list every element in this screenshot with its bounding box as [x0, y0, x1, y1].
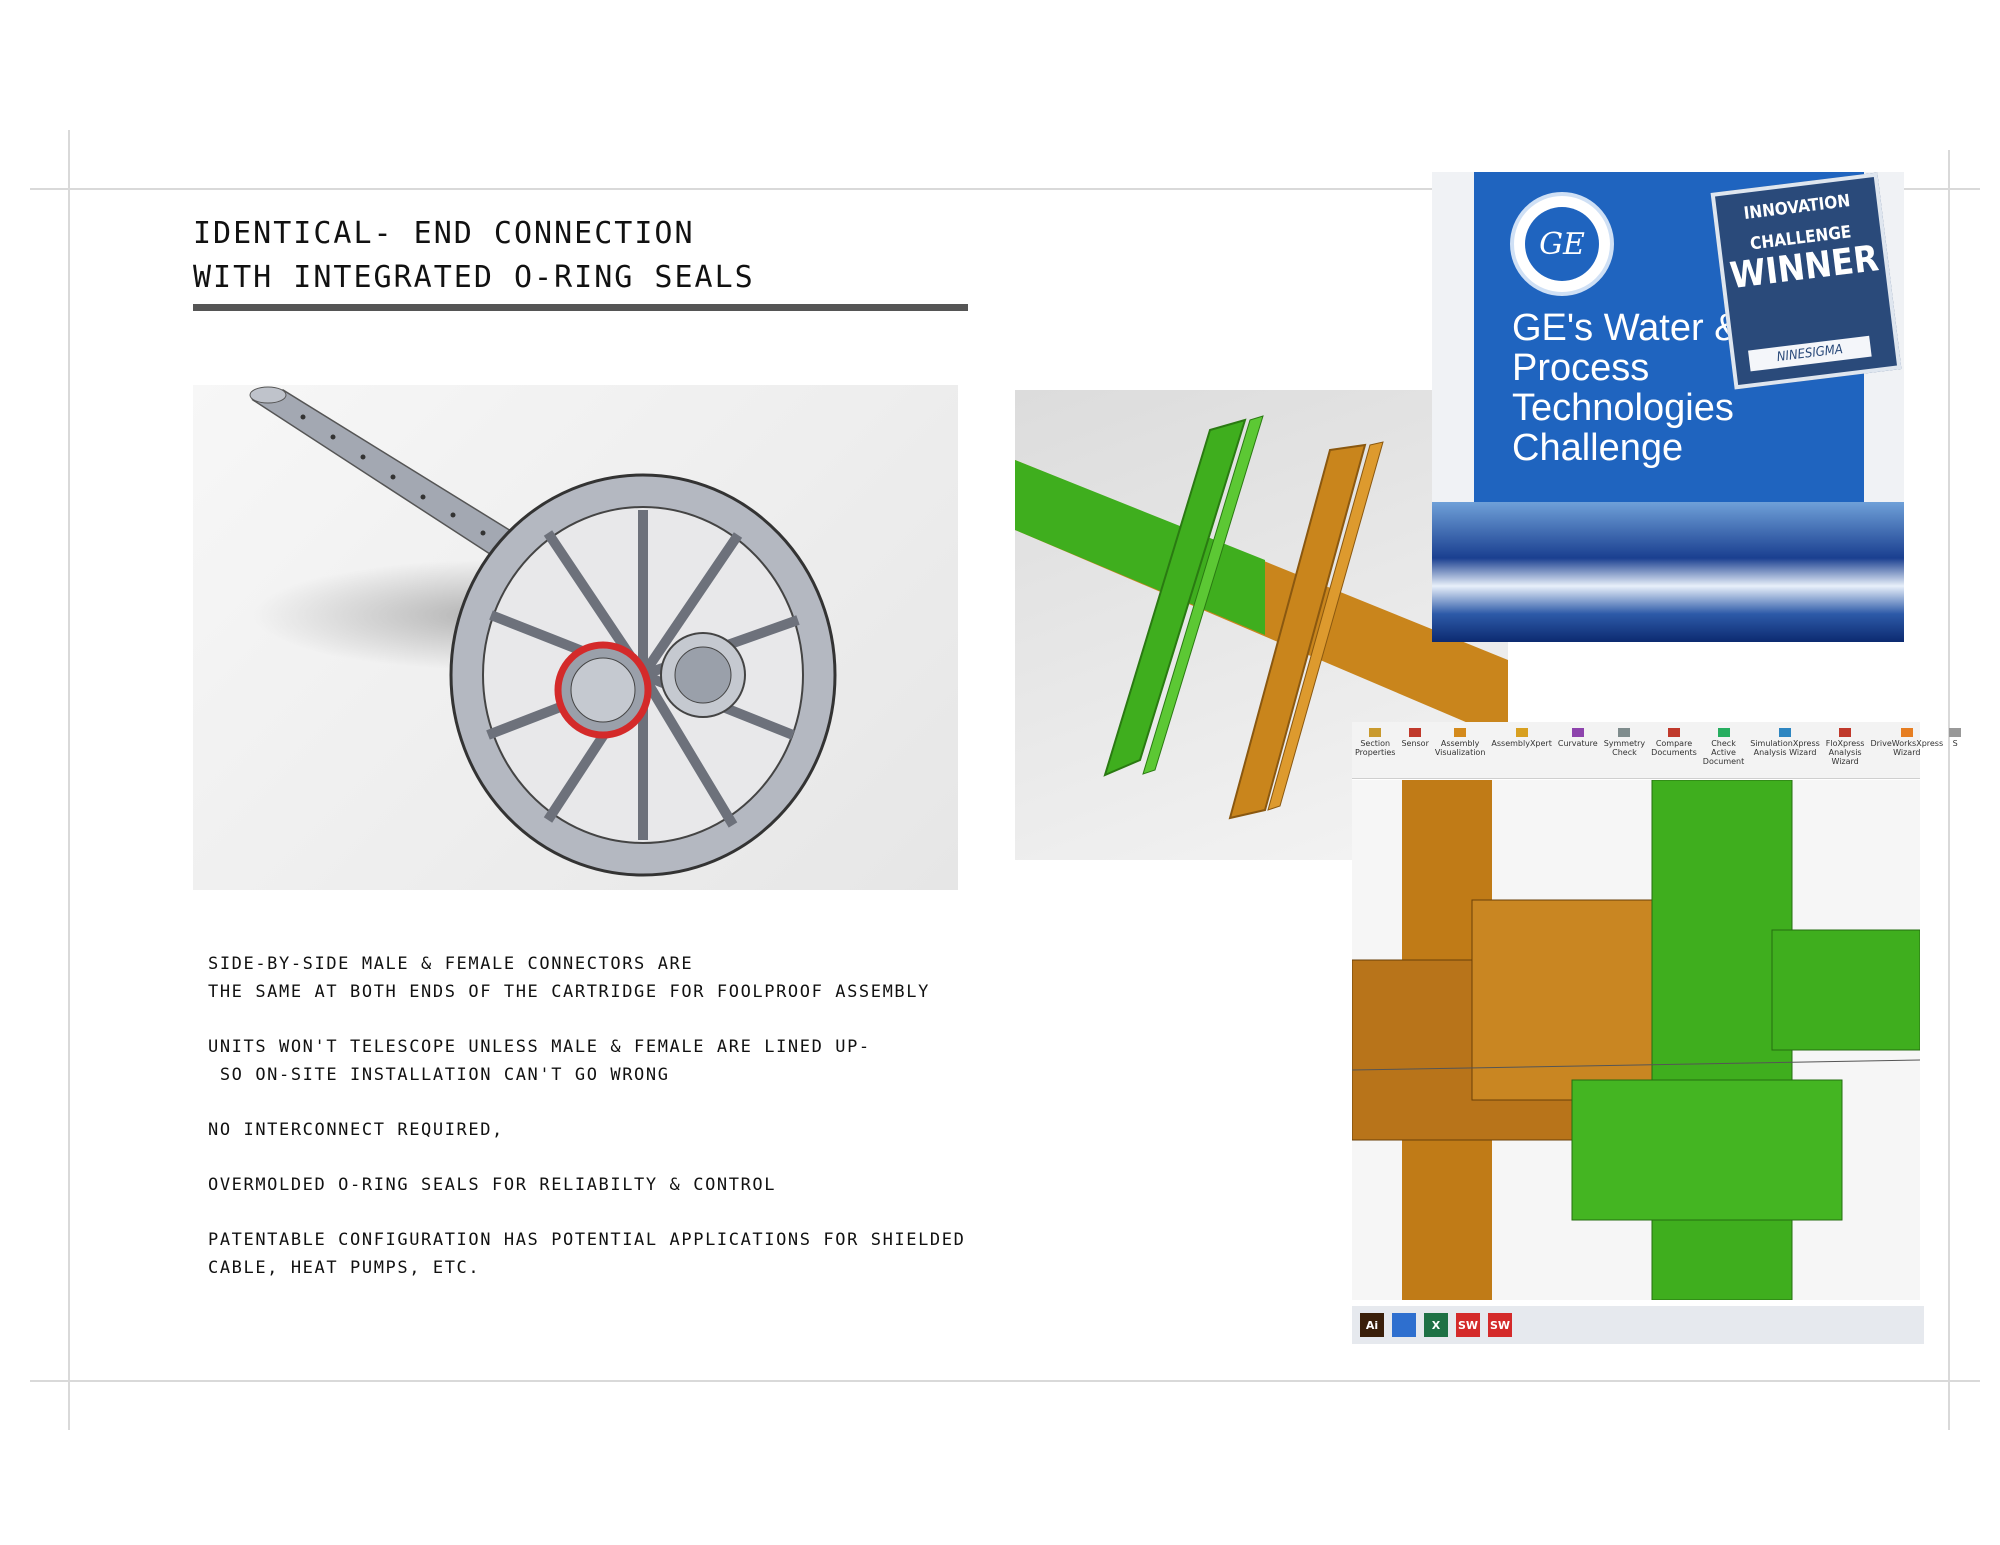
- badge-sponsor: NINESIGMA: [1748, 335, 1872, 372]
- frame-right-line: [1948, 150, 1950, 1430]
- description-paragraph: PATENTABLE CONFIGURATION HAS POTENTIAL A…: [208, 1226, 1088, 1282]
- solidworks-screenshot: Section Properties Sensor Assembly Visuali…: [1352, 722, 1962, 1347]
- title-underline: [193, 304, 968, 311]
- ge-text-line-2: Process: [1512, 347, 1650, 389]
- solidworks-icon[interactable]: SW: [1456, 1313, 1480, 1337]
- toolbar-button-label: FloXpress Analysis Wizard: [1825, 739, 1865, 766]
- toolbar-button-simulationxpress[interactable]: SimulationXpress Analysis Wizard: [1747, 722, 1823, 778]
- taskbar: Ai X SW SW: [1352, 1306, 1924, 1344]
- description-line: PATENTABLE CONFIGURATION HAS POTENTIAL A…: [208, 1230, 966, 1250]
- assembly-visualization-icon: [1454, 728, 1467, 737]
- excel-icon[interactable]: X: [1424, 1313, 1448, 1337]
- toolbar-button-label: S: [1952, 739, 1958, 748]
- curvature-icon: [1571, 728, 1584, 737]
- description-line: OVERMOLDED O-RING SEALS FOR RELIABILTY &…: [208, 1175, 777, 1195]
- description-line: THE SAME AT BOTH ENDS OF THE CARTRIDGE F…: [208, 982, 930, 1002]
- toolbar-button-label: Assembly Visualization: [1434, 739, 1486, 757]
- section-icon: [1369, 728, 1382, 737]
- sensor-icon: [1409, 728, 1422, 737]
- badge-line-1: INNOVATION: [1742, 191, 1852, 224]
- toolbar-button-label: DriveWorksXpress Wizard: [1870, 739, 1944, 757]
- toolbar-button-label: Curvature: [1557, 739, 1598, 748]
- toolbar-button-check-active-document[interactable]: Check Active Document: [1700, 722, 1747, 778]
- toolbar-button-more[interactable]: S: [1946, 722, 1964, 778]
- illustrator-icon[interactable]: Ai: [1360, 1313, 1384, 1337]
- description-paragraph: NO INTERCONNECT REQUIRED,: [208, 1116, 1088, 1144]
- frame-bottom-line: [30, 1380, 1980, 1382]
- feature-description: SIDE-BY-SIDE MALE & FEMALE CONNECTORS AR…: [208, 950, 1088, 1309]
- section-view-drawing: [1352, 780, 1920, 1300]
- more-icon: [1949, 728, 1962, 737]
- toolbar-button-label: Sensor: [1401, 739, 1429, 748]
- green-collar: [1571, 1079, 1843, 1221]
- toolbar-button-assemblyxpert[interactable]: AssemblyXpert: [1488, 722, 1554, 778]
- female-socket: [674, 646, 732, 704]
- toolbar-button-label: Compare Documents: [1651, 739, 1697, 757]
- floxpress-icon: [1839, 728, 1852, 737]
- orange-collar: [1471, 899, 1673, 1101]
- toolbar-button-section[interactable]: Section Properties: [1352, 722, 1398, 778]
- section-view: [1352, 780, 1920, 1300]
- toolbar-button-sensor[interactable]: Sensor: [1398, 722, 1431, 778]
- green-tube: [1015, 460, 1265, 635]
- toolbar-button-driveworksxpress[interactable]: DriveWorksXpress Wizard: [1867, 722, 1946, 778]
- simulationxpress-icon: [1779, 728, 1792, 737]
- description-paragraph: UNITS WON'T TELESCOPE UNLESS MALE & FEMA…: [208, 1033, 1088, 1089]
- ge-text-line-3: Technologies: [1512, 387, 1734, 429]
- clock-icon[interactable]: [1392, 1313, 1416, 1337]
- toolbar-button-compare-documents[interactable]: Compare Documents: [1648, 722, 1700, 778]
- frame-left-line: [68, 130, 70, 1430]
- water-wave-image: [1432, 502, 1904, 642]
- toolbar-button-label: SimulationXpress Analysis Wizard: [1750, 739, 1820, 757]
- assemblyxpert-icon: [1515, 728, 1528, 737]
- winner-badge: INNOVATION CHALLENGE WINNER NINESIGMA: [1710, 172, 1902, 390]
- ge-challenge-text: GE's Water & Process Technologies Challe…: [1512, 308, 1740, 468]
- description-line: SO ON-SITE INSTALLATION CAN'T GO WRONG: [208, 1065, 670, 1085]
- description-line: UNITS WON'T TELESCOPE UNLESS MALE & FEMA…: [208, 1037, 871, 1057]
- ge-text-line-4: Challenge: [1512, 427, 1684, 469]
- toolbar-button-label: AssemblyXpert: [1491, 739, 1552, 748]
- ge-logo: GE: [1510, 192, 1614, 296]
- symmetry-check-icon: [1618, 728, 1631, 737]
- toolbar-button-symmetry-check[interactable]: Symmetry Check: [1601, 722, 1648, 778]
- male-connector: [570, 657, 636, 723]
- green-wall: [1651, 780, 1793, 1300]
- description-line: NO INTERCONNECT REQUIRED,: [208, 1120, 504, 1140]
- green-pipe-section: [1771, 929, 1920, 1051]
- toolbar-button-curvature[interactable]: Curvature: [1555, 722, 1601, 778]
- title-line-2: WITH INTEGRATED O-RING SEALS: [193, 260, 755, 295]
- compare-documents-icon: [1667, 728, 1680, 737]
- description-paragraph: OVERMOLDED O-RING SEALS FOR RELIABILTY &…: [208, 1171, 1088, 1199]
- tube-end: [249, 386, 287, 404]
- toolbar-button-label: Check Active Document: [1702, 739, 1745, 766]
- check-active-document-icon: [1717, 728, 1730, 737]
- page-title: IDENTICAL- END CONNECTION WITH INTEGRATE…: [193, 212, 755, 300]
- driveworksxpress-icon: [1900, 728, 1913, 737]
- ge-challenge-graphic: GE GE's Water & Process Technologies Cha…: [1432, 172, 1904, 642]
- description-line: SIDE-BY-SIDE MALE & FEMALE CONNECTORS AR…: [208, 954, 694, 974]
- ge-logo-text: GE: [1525, 207, 1599, 281]
- toolbar-button-assembly-visualization[interactable]: Assembly Visualization: [1432, 722, 1489, 778]
- toolbar-button-floxpress[interactable]: FloXpress Analysis Wizard: [1823, 722, 1868, 778]
- description-paragraph: SIDE-BY-SIDE MALE & FEMALE CONNECTORS AR…: [208, 950, 1088, 1006]
- toolbar-button-label: Section Properties: [1355, 739, 1396, 757]
- evaluate-toolbar: Section Properties Sensor Assembly Visuali…: [1352, 722, 1962, 779]
- cartridge-drawing: [249, 386, 837, 877]
- description-line: CABLE, HEAT PUMPS, ETC.: [208, 1258, 481, 1278]
- toolbar-button-label: Symmetry Check: [1603, 739, 1646, 757]
- solidworks-icon-2[interactable]: SW: [1488, 1313, 1512, 1337]
- cartridge-render: [193, 385, 958, 890]
- title-line-1: IDENTICAL- END CONNECTION: [193, 216, 695, 251]
- ge-text-line-1: GE's Water &: [1512, 307, 1740, 349]
